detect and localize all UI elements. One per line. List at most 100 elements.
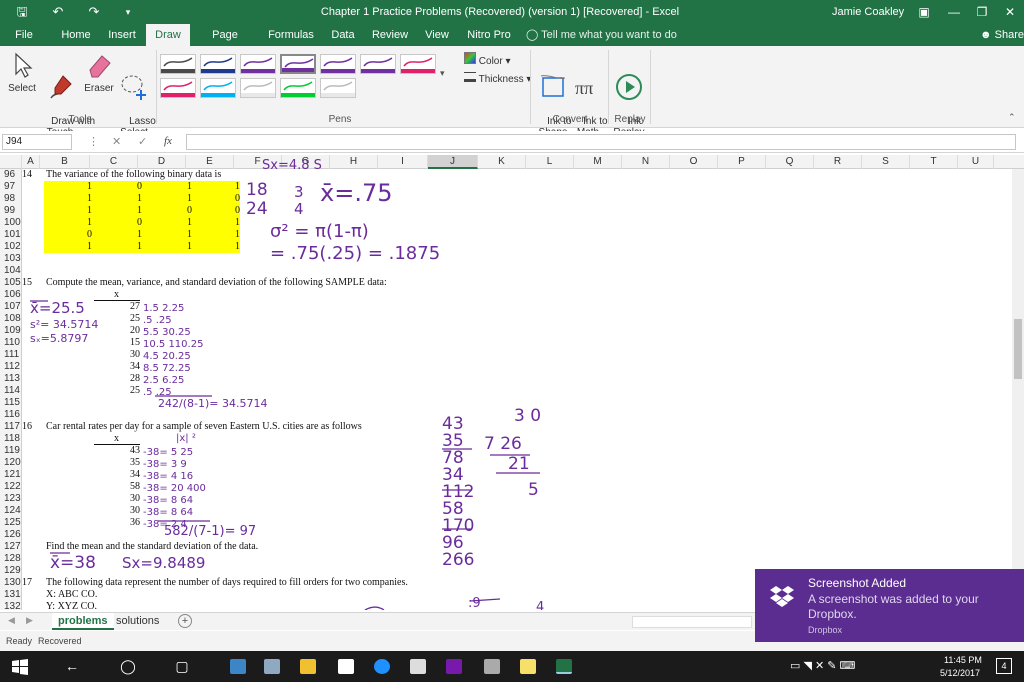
scrollbar-thumb[interactable] (1014, 319, 1022, 379)
ink-header-16: |x| ² (176, 433, 196, 444)
status-ready: Ready (6, 636, 33, 646)
store-icon[interactable] (338, 659, 354, 674)
next-sheet-icon[interactable]: ▶ (26, 615, 33, 626)
enter-icon[interactable]: ✓ (138, 135, 147, 148)
pen-swatch[interactable] (160, 54, 196, 74)
select-button[interactable]: Select (6, 48, 38, 94)
thickness-button[interactable]: Thickness ▾ (464, 72, 531, 85)
color-icon (464, 52, 476, 64)
pen-color-bar (401, 69, 435, 73)
redo-icon[interactable]: ↷ (84, 3, 104, 21)
ink-deviation-16: -38= 20 400 (143, 483, 206, 494)
thickness-label: Thickness (478, 74, 524, 85)
restore-icon[interactable]: ❐ (968, 3, 996, 21)
tray-icons[interactable]: ▭ ◥ ✕ ✎ ⌨ (790, 659, 855, 672)
ink-division-value: 3 0 (514, 406, 541, 426)
pen-stroke-icon (283, 81, 313, 91)
color-button[interactable]: Color ▾ (464, 52, 511, 67)
tab-insert[interactable]: Insert (102, 24, 142, 46)
tab-nitro-pro[interactable]: Nitro Pro (464, 24, 514, 46)
tab-view[interactable]: View (420, 24, 454, 46)
action-center-icon[interactable]: 4 (996, 658, 1012, 674)
pen-swatch[interactable] (280, 54, 316, 74)
pen-swatch[interactable] (200, 78, 236, 98)
ink-stroke (364, 606, 385, 610)
group-tools-label: Tools (68, 114, 92, 125)
pen-swatch[interactable] (320, 78, 356, 98)
pen-color-bar (282, 68, 314, 72)
clock-date[interactable]: 5/12/2017 (940, 668, 980, 678)
tab-page-layout[interactable]: Page Layout (196, 24, 254, 63)
pen-swatch[interactable] (240, 78, 276, 98)
eraser-button[interactable]: Eraser (84, 48, 114, 94)
tab-data[interactable]: Data (324, 24, 362, 46)
sheet-tab-solutions[interactable]: solutions (116, 613, 159, 630)
user-name[interactable]: Jamie Coakley (832, 6, 904, 18)
tab-review[interactable]: Review (368, 24, 412, 46)
pen-swatch[interactable] (360, 54, 396, 74)
prev-sheet-icon[interactable]: ◀ (8, 615, 15, 626)
pen-stroke-icon (323, 81, 353, 91)
share-label: Share (994, 29, 1024, 41)
cancel-icon[interactable]: ✕ (112, 135, 121, 148)
minimize-icon[interactable]: — (940, 3, 968, 21)
windows-start-icon[interactable] (0, 651, 40, 682)
collapse-ribbon-icon[interactable]: ⌃ (1008, 112, 1016, 123)
onenote-icon[interactable] (446, 659, 462, 674)
toast-source: Dropbox (808, 625, 843, 635)
group-convert-label: Convert (552, 114, 588, 125)
pen-swatch[interactable] (160, 78, 196, 98)
tab-draw[interactable]: Draw (146, 24, 190, 46)
excel-icon[interactable] (556, 659, 572, 674)
ink-top: Sx=4.8 S (262, 158, 322, 173)
pen-swatch[interactable] (200, 54, 236, 74)
taskbar-app-icon[interactable] (230, 659, 246, 674)
sticky-notes-icon[interactable] (520, 659, 536, 674)
name-box[interactable]: J94 (2, 134, 72, 150)
cortana-icon[interactable]: ◯ (108, 651, 148, 682)
dropbox-notification[interactable]: Screenshot Added A screenshot was added … (755, 569, 1024, 642)
svg-text:ππ: ππ (575, 78, 593, 98)
pen-swatch[interactable] (280, 78, 316, 98)
close-icon[interactable]: ✕ (996, 3, 1024, 21)
vertical-scrollbar[interactable] (1012, 169, 1024, 610)
save-icon[interactable]: 🖫 (12, 3, 32, 21)
worksheet-grid[interactable]: ABCDEFGHIJKLMNOPQRSTU 96 97 98 99 100 101 102 1… (0, 155, 1024, 610)
tab-file[interactable]: File (6, 24, 42, 46)
back-arrow-icon[interactable]: ← (52, 651, 92, 682)
ink-deviation-16: -38= 8 64 (143, 507, 193, 518)
ink-mean-15: x̄=25.5 (30, 299, 85, 317)
ink-deviation-15: 10.5 110.25 (143, 339, 203, 350)
tell-me-box[interactable]: ◯ Tell me what you want to do (526, 24, 677, 46)
lightbulb-icon: ◯ (526, 29, 542, 41)
mail-icon[interactable] (410, 659, 426, 674)
customize-icon[interactable]: ▾ (118, 3, 138, 21)
edge-icon[interactable] (374, 659, 390, 674)
file-explorer-icon[interactable] (300, 659, 316, 674)
formula-input[interactable] (186, 134, 1016, 150)
clock-time[interactable]: 11:45 PM (944, 655, 982, 665)
insert-function-icon[interactable]: fx (164, 135, 172, 147)
tell-me-label: Tell me what you want to do (541, 29, 677, 41)
horizontal-scrollbar[interactable] (632, 616, 752, 628)
ink-frac-24: 24 (246, 199, 268, 219)
ink-division-value: 21 (508, 454, 530, 474)
pen-swatch[interactable] (400, 54, 436, 74)
ink-division-value: 5 (528, 480, 539, 500)
undo-icon[interactable]: ↶ (48, 3, 68, 21)
gallery-more-icon[interactable]: ▾ (440, 68, 445, 79)
sheet-tab-problems[interactable]: problems (52, 613, 114, 630)
ink-sum-15: 242/(8-1)= 34.5714 (158, 397, 267, 410)
tab-home[interactable]: Home (56, 24, 96, 46)
taskbar-app-icon[interactable] (264, 659, 280, 674)
ink-deviation-15: .5 .25 (143, 315, 172, 326)
add-sheet-button[interactable]: + (178, 614, 192, 628)
tab-formulas[interactable]: Formulas (266, 24, 316, 46)
pen-swatch[interactable] (320, 54, 356, 74)
person-icon: ☻ (980, 29, 995, 41)
calculator-icon[interactable] (484, 659, 500, 674)
ribbon-display-icon[interactable]: ▣ (910, 3, 938, 21)
task-view-icon[interactable]: ▢ (162, 651, 202, 682)
share-button[interactable]: ☻ Share (980, 24, 1024, 46)
pen-swatch[interactable] (240, 54, 276, 74)
